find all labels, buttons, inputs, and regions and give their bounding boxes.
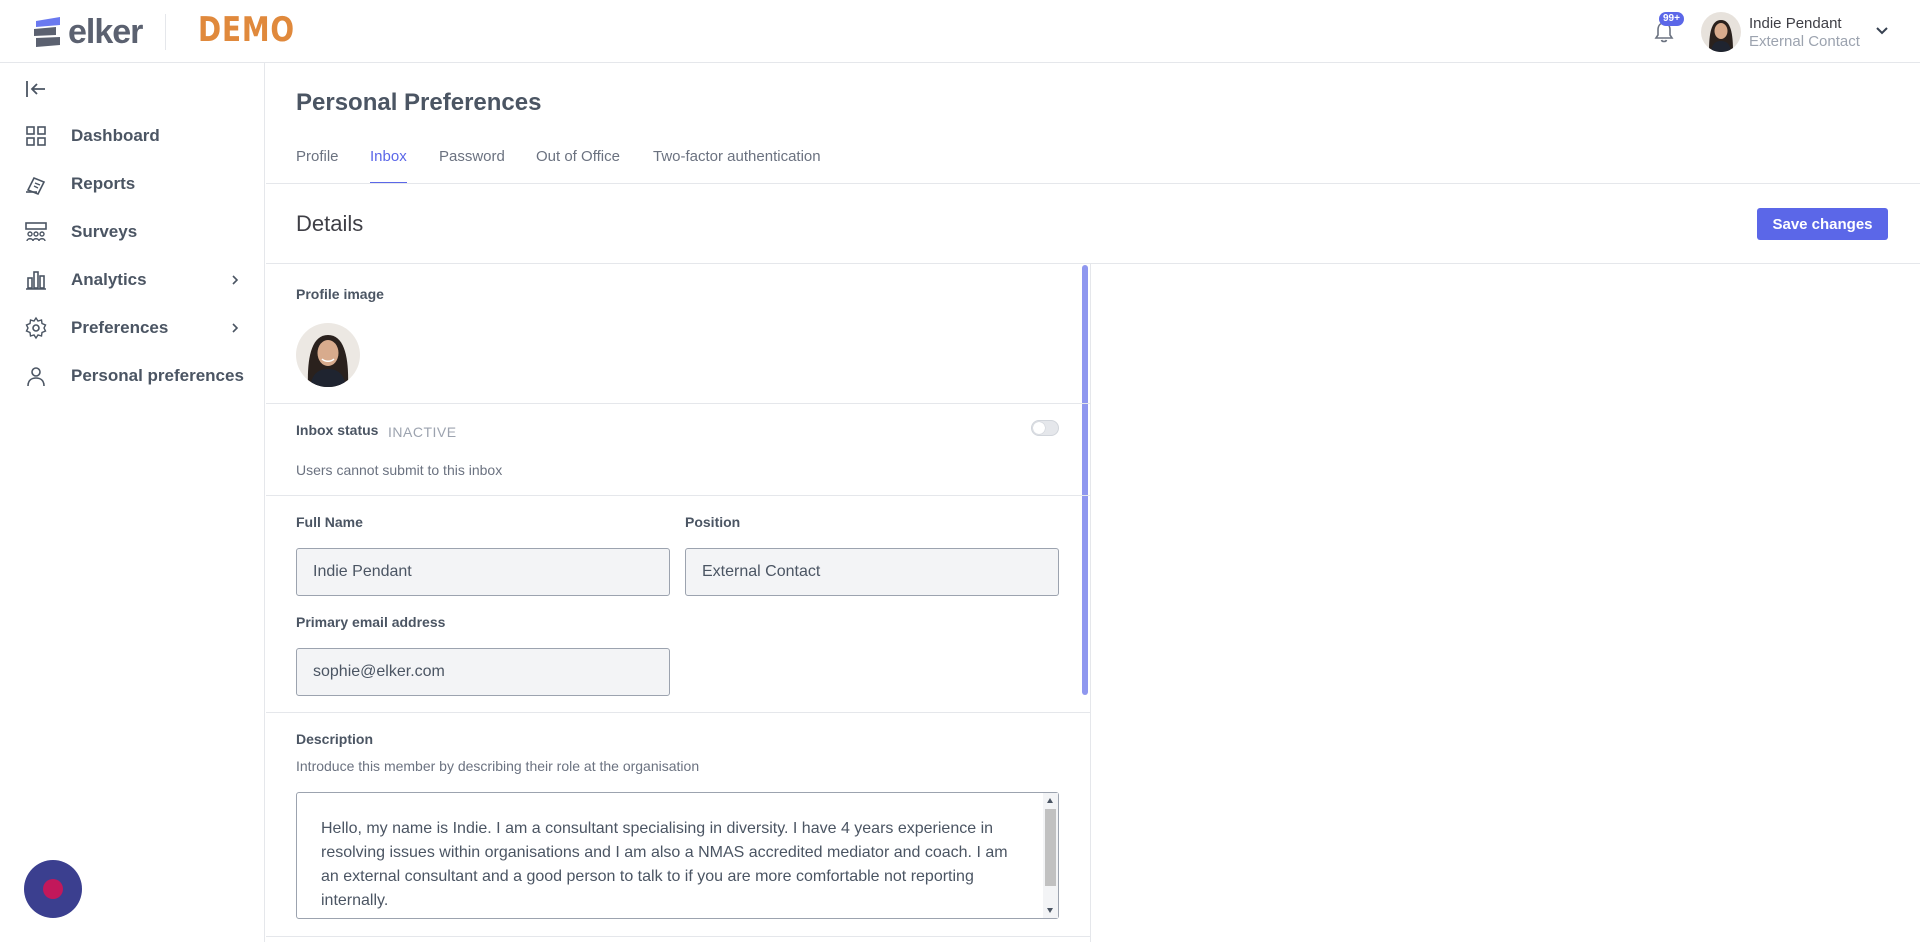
inbox-status-value: INACTIVE xyxy=(388,424,457,440)
top-bar: elker DEMO 99+ Indie Pendant External Co… xyxy=(0,0,1920,63)
scroll-down-icon[interactable] xyxy=(1047,908,1053,913)
gear-icon xyxy=(25,316,47,340)
email-field[interactable]: sophie@elker.com xyxy=(296,648,670,696)
elker-logo[interactable]: elker xyxy=(30,13,143,51)
notification-badge: 99+ xyxy=(1659,12,1684,26)
full-name-label: Full Name xyxy=(296,514,363,530)
description-textarea[interactable]: Hello, my name is Indie. I am a consulta… xyxy=(296,792,1059,919)
inbox-status-toggle[interactable] xyxy=(1031,420,1059,436)
full-name-field[interactable]: Indie Pendant xyxy=(296,548,670,596)
chevron-right-icon xyxy=(232,275,239,285)
tab-profile[interactable]: Profile xyxy=(296,140,339,184)
page-title: Personal Preferences xyxy=(296,89,542,116)
section-divider xyxy=(266,403,1091,404)
section-divider xyxy=(266,495,1091,496)
section-divider xyxy=(266,936,1091,937)
section-divider xyxy=(266,712,1091,713)
sidebar: Dashboard Reports Surveys Analytics Pref… xyxy=(0,63,265,942)
tabs-divider xyxy=(266,183,1920,184)
sidebar-item-label: Surveys xyxy=(71,222,138,241)
reports-icon xyxy=(26,176,46,196)
position-field[interactable]: External Contact xyxy=(685,548,1059,596)
description-help: Introduce this member by describing thei… xyxy=(296,758,700,774)
position-label: Position xyxy=(685,514,741,530)
tab-password[interactable]: Password xyxy=(439,140,505,184)
tab-out-of-office[interactable]: Out of Office xyxy=(536,140,620,184)
sidebar-item-label: Dashboard xyxy=(71,126,160,145)
sidebar-item-analytics[interactable]: Analytics xyxy=(0,260,264,300)
dashboard-icon xyxy=(26,126,46,146)
elker-logo-icon xyxy=(34,17,60,47)
user-name[interactable]: Indie Pendant xyxy=(1749,15,1842,32)
collapse-sidebar-icon[interactable] xyxy=(24,77,48,101)
user-role: External Contact xyxy=(1749,33,1860,50)
email-label: Primary email address xyxy=(296,614,446,630)
surveys-icon xyxy=(25,222,47,242)
sidebar-item-reports[interactable]: Reports xyxy=(0,164,264,204)
tab-inbox[interactable]: Inbox xyxy=(370,140,407,184)
sidebar-item-label: Preferences xyxy=(71,318,169,337)
scroll-up-icon[interactable] xyxy=(1047,798,1053,803)
chevron-right-icon xyxy=(232,323,239,333)
textarea-scrollbar[interactable] xyxy=(1043,793,1058,918)
profile-image-label: Profile image xyxy=(296,286,384,302)
inbox-status-description: Users cannot submit to this inbox xyxy=(296,462,503,478)
logo-text: elker xyxy=(68,13,143,51)
user-avatar[interactable] xyxy=(1701,12,1741,52)
chevron-down-icon[interactable] xyxy=(1874,22,1890,38)
save-changes-button[interactable]: Save changes xyxy=(1757,208,1888,240)
tab-two-factor-authentication[interactable]: Two-factor authentication xyxy=(653,140,821,184)
profile-image[interactable] xyxy=(296,323,360,387)
demo-label: DEMO xyxy=(198,10,295,50)
form-scrollbar[interactable] xyxy=(1082,265,1088,695)
user-icon xyxy=(27,367,45,387)
analytics-icon xyxy=(26,271,46,290)
description-label: Description xyxy=(296,731,374,747)
sidebar-item-preferences[interactable]: Preferences xyxy=(0,308,264,348)
inbox-status-label: Inbox status xyxy=(296,422,379,438)
logo-divider xyxy=(165,14,166,50)
sidebar-item-label: Personal preferences xyxy=(71,366,244,385)
sidebar-item-dashboard[interactable]: Dashboard xyxy=(0,116,264,156)
chat-launcher-button[interactable] xyxy=(24,860,82,918)
sidebar-item-surveys[interactable]: Surveys xyxy=(0,212,264,252)
sidebar-item-label: Analytics xyxy=(71,270,147,289)
sidebar-item-personal-preferences[interactable]: Personal preferences xyxy=(0,356,264,396)
scroll-thumb[interactable] xyxy=(1045,809,1056,886)
section-title: Details xyxy=(296,211,364,236)
sidebar-item-label: Reports xyxy=(71,174,136,193)
